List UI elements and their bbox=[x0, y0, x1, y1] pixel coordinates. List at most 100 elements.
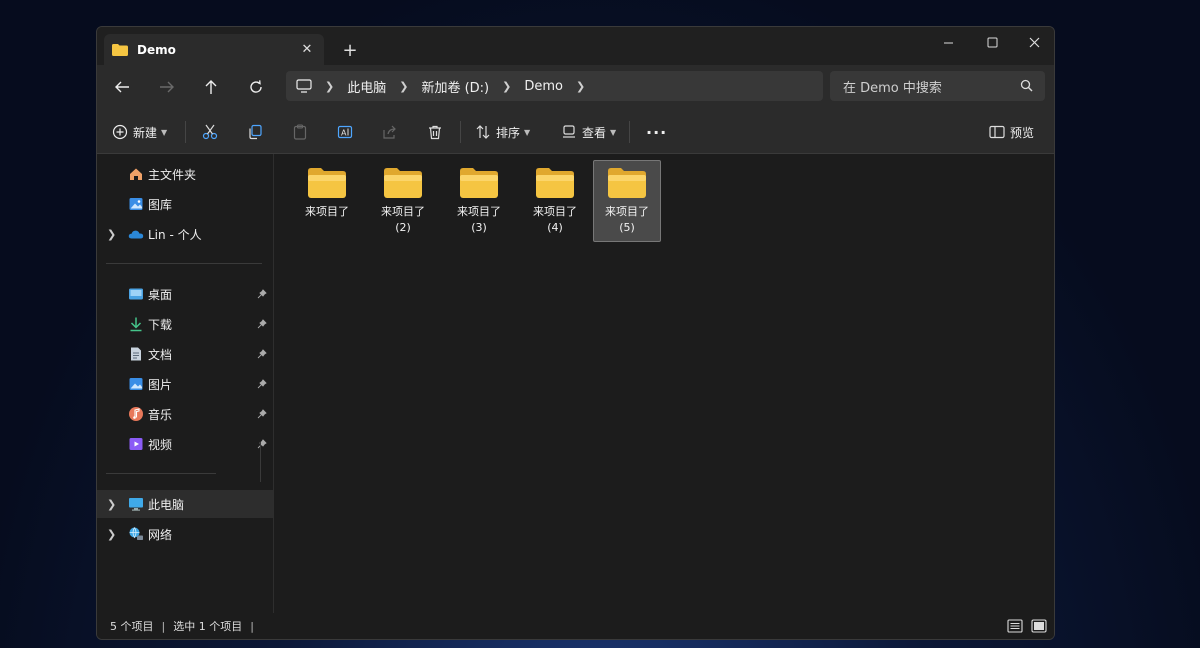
status-separator: | bbox=[161, 619, 166, 633]
view-label: 查看 bbox=[582, 125, 607, 140]
details-view-button[interactable] bbox=[1006, 618, 1024, 634]
svg-text:A: A bbox=[341, 129, 347, 138]
maximize-button[interactable] bbox=[970, 27, 1014, 57]
breadcrumb-demo[interactable]: Demo bbox=[524, 79, 563, 94]
home-icon bbox=[130, 168, 142, 180]
nav-item-home[interactable]: 主文件夹 bbox=[97, 160, 273, 188]
folder-item[interactable]: 来项目了 (5) bbox=[593, 160, 661, 242]
divider bbox=[629, 121, 630, 143]
view-icon bbox=[563, 125, 575, 138]
folder-item[interactable]: 来项目了 (4) bbox=[521, 160, 589, 242]
minimize-button[interactable] bbox=[926, 27, 970, 57]
new-button[interactable]: 新建 ▼ bbox=[112, 119, 167, 145]
folder-item[interactable]: 来项目了 bbox=[293, 160, 361, 242]
sort-button[interactable]: 排序 ▼ bbox=[475, 119, 530, 145]
video-icon bbox=[129, 438, 143, 450]
folder-icon bbox=[112, 43, 128, 56]
chevron-right-icon[interactable]: ❯ bbox=[107, 228, 116, 241]
nav-item-documents[interactable]: 文档 bbox=[97, 340, 273, 368]
nav-item-pictures[interactable]: 图片 bbox=[97, 370, 273, 398]
breadcrumb-this-pc[interactable]: 此电脑 bbox=[347, 77, 386, 96]
rename-button[interactable]: A bbox=[337, 119, 353, 145]
folder-name-line: 来项目了 bbox=[533, 205, 577, 218]
nav-scrollbar[interactable] bbox=[260, 442, 261, 482]
nav-item-music[interactable]: 音乐 bbox=[97, 400, 273, 428]
preview-pane-icon bbox=[989, 125, 1005, 139]
pin-icon[interactable] bbox=[257, 439, 267, 449]
divider bbox=[106, 473, 216, 474]
folder-name: 来项目了 (4) bbox=[533, 204, 577, 236]
folder-name-line: 来项目了 bbox=[381, 205, 425, 218]
selected-count: 选中 1 个项目 bbox=[173, 620, 243, 633]
nav-item-desktop[interactable]: 桌面 bbox=[97, 280, 273, 308]
more-options-button[interactable]: ··· bbox=[646, 119, 667, 145]
divider bbox=[185, 121, 186, 143]
chevron-right-icon[interactable]: ❯ bbox=[576, 80, 585, 93]
file-explorer-window: Demo ✕ + ❯ 此电脑 ❯ 新加卷 (D:) ❯ Demo ❯ 在 Dem… bbox=[96, 26, 1055, 640]
download-icon bbox=[130, 317, 142, 332]
gallery-icon bbox=[129, 198, 143, 210]
refresh-button[interactable] bbox=[241, 73, 271, 101]
nav-item-onedrive[interactable]: ❯ Lin - 个人 bbox=[97, 220, 273, 248]
tab-close-button[interactable]: ✕ bbox=[296, 39, 318, 61]
plus-circle-icon bbox=[112, 124, 128, 140]
folder-name-suffix: (2) bbox=[395, 221, 411, 234]
pin-icon[interactable] bbox=[257, 319, 267, 329]
navigation-pane: 主文件夹 图库 ❯ Lin - 个人 桌面 下载 文档 图片 音乐 视频 ❯ 此… bbox=[97, 154, 273, 613]
delete-button[interactable] bbox=[427, 119, 443, 145]
tab-demo[interactable]: Demo ✕ bbox=[104, 34, 324, 65]
back-button[interactable] bbox=[107, 73, 137, 101]
paste-button[interactable] bbox=[292, 119, 308, 145]
large-icons-view-button[interactable] bbox=[1030, 618, 1048, 634]
view-button[interactable]: 查看 ▼ bbox=[561, 119, 616, 145]
folder-item[interactable]: 来项目了 (3) bbox=[445, 160, 513, 242]
nav-item-this-pc[interactable]: ❯ 此电脑 bbox=[97, 490, 273, 518]
preview-label: 预览 bbox=[1010, 125, 1035, 140]
pin-icon[interactable] bbox=[257, 349, 267, 359]
pin-icon[interactable] bbox=[257, 409, 267, 419]
title-bar: Demo ✕ + bbox=[97, 27, 1054, 65]
nav-label: 音乐 bbox=[148, 407, 173, 422]
nav-item-gallery[interactable]: 图库 bbox=[97, 190, 273, 218]
copy-button[interactable] bbox=[247, 119, 263, 145]
search-input[interactable]: 在 Demo 中搜索 bbox=[830, 71, 1045, 101]
cut-button[interactable] bbox=[202, 119, 218, 145]
cloud-icon bbox=[128, 230, 144, 239]
nav-item-downloads[interactable]: 下载 bbox=[97, 310, 273, 338]
maximize-icon bbox=[987, 37, 997, 47]
nav-item-videos[interactable]: 视频 bbox=[97, 430, 273, 458]
nav-label: 桌面 bbox=[148, 287, 173, 302]
folder-icon bbox=[384, 168, 422, 198]
nav-item-network[interactable]: ❯ 网络 bbox=[97, 520, 273, 548]
copy-icon bbox=[249, 124, 262, 140]
sort-label: 排序 bbox=[496, 125, 521, 140]
chevron-right-icon[interactable]: ❯ bbox=[107, 528, 116, 541]
folder-icon bbox=[536, 168, 574, 198]
nav-label: 图库 bbox=[148, 197, 173, 212]
pin-icon[interactable] bbox=[257, 289, 267, 299]
folder-item[interactable]: 来项目了 (2) bbox=[369, 160, 437, 242]
status-bar: 5 个项目 | 选中 1 个项目 | bbox=[97, 613, 1054, 639]
monitor-icon bbox=[296, 79, 312, 93]
address-bar[interactable]: ❯ 此电脑 ❯ 新加卷 (D:) ❯ Demo ❯ bbox=[286, 71, 823, 101]
chevron-right-icon: ❯ bbox=[399, 79, 409, 93]
close-window-button[interactable] bbox=[1012, 27, 1054, 57]
share-button[interactable] bbox=[382, 119, 398, 145]
search-icon bbox=[1020, 79, 1033, 92]
breadcrumb-drive-d[interactable]: 新加卷 (D:) bbox=[421, 77, 489, 96]
chevron-right-icon[interactable]: ❯ bbox=[107, 498, 116, 511]
preview-button[interactable]: 预览 bbox=[989, 119, 1034, 145]
forward-button[interactable] bbox=[152, 73, 182, 101]
new-tab-button[interactable]: + bbox=[339, 39, 361, 61]
nav-label: 下载 bbox=[148, 317, 173, 332]
folder-icon bbox=[608, 168, 646, 198]
chevron-down-icon: ▼ bbox=[161, 127, 168, 137]
arrow-left-icon bbox=[115, 81, 129, 93]
folder-icon bbox=[460, 168, 498, 198]
divider bbox=[460, 121, 461, 143]
up-button[interactable] bbox=[196, 73, 226, 101]
folder-name-suffix: (4) bbox=[547, 221, 563, 234]
scissors-icon bbox=[202, 124, 218, 140]
music-icon bbox=[129, 407, 143, 421]
pin-icon[interactable] bbox=[257, 379, 267, 389]
